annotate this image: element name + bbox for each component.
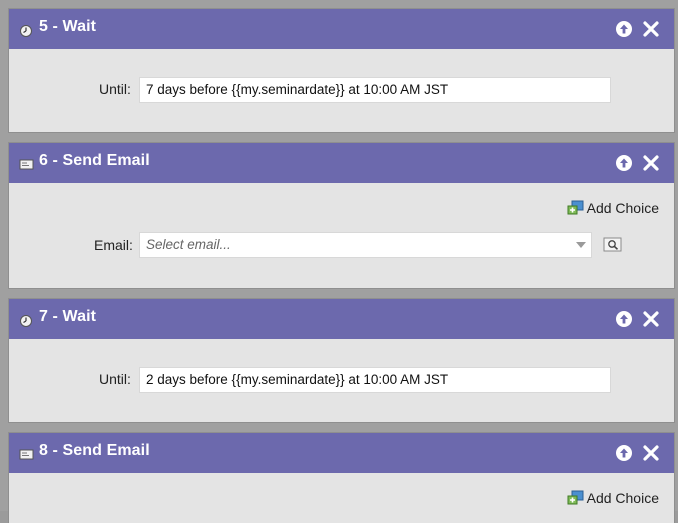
clock-icon [20,25,32,37]
add-choice-label: Add Choice [586,200,659,216]
until-input[interactable]: 2 days before {{my.seminardate}} at 10:0… [139,367,611,393]
step-title: 6 - Send Email [39,152,150,169]
step-body: Until: 2 days before {{my.seminardate}} … [9,339,674,422]
add-choice-icon [567,490,584,505]
add-choice-icon [567,200,584,215]
step-body: Add Choice [9,473,674,523]
step-title: 5 - Wait [39,18,97,35]
move-up-icon[interactable] [615,444,633,462]
email-icon [19,159,34,170]
close-icon[interactable] [642,20,660,38]
step-header[interactable]: 7 - Wait [9,299,674,339]
clock-icon [20,315,32,327]
step-title: 7 - Wait [39,308,97,325]
flow-step-6-send-email: 6 - Send Email Add Choice Email: Select … [9,143,674,288]
email-select-placeholder: Select email... [146,237,231,252]
step-body: Add Choice Email: Select email... [9,183,674,288]
step-header[interactable]: 8 - Send Email [9,433,674,473]
flow-step-5-wait: 5 - Wait Until: 7 days before {{my.semin… [9,9,674,132]
move-up-icon[interactable] [615,20,633,38]
email-lookup-icon[interactable] [603,237,623,253]
until-label: Until: [99,81,131,97]
flow-step-8-send-email: 8 - Send Email Add Choice [9,433,674,523]
step-header[interactable]: 6 - Send Email [9,143,674,183]
add-choice-button[interactable]: Add Choice [567,490,659,506]
close-icon[interactable] [642,310,660,328]
add-choice-label: Add Choice [586,490,659,506]
step-header[interactable]: 5 - Wait [9,9,674,49]
step-title: 8 - Send Email [39,442,150,459]
step-body: Until: 7 days before {{my.seminardate}} … [9,49,674,132]
flow-step-7-wait: 7 - Wait Until: 2 days before {{my.semin… [9,299,674,422]
until-input[interactable]: 7 days before {{my.seminardate}} at 10:0… [139,77,611,103]
move-up-icon[interactable] [615,310,633,328]
add-choice-button[interactable]: Add Choice [567,200,659,216]
chevron-down-icon[interactable] [576,242,586,248]
move-up-icon[interactable] [615,154,633,172]
close-icon[interactable] [642,444,660,462]
email-icon [19,449,34,460]
email-label: Email: [94,237,133,253]
until-label: Until: [99,371,131,387]
close-icon[interactable] [642,154,660,172]
email-select[interactable]: Select email... [139,232,592,258]
